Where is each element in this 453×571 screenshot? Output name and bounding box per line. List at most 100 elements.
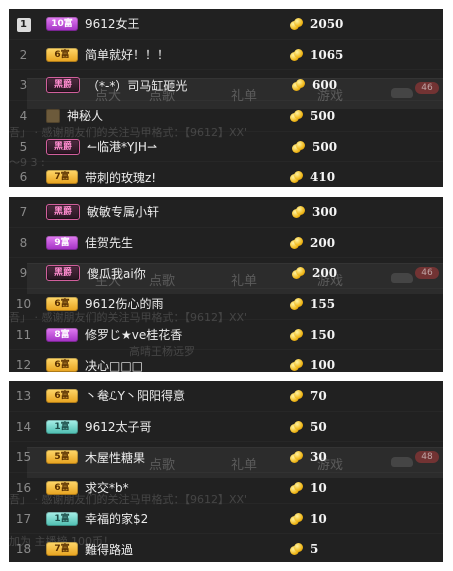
ranking-row[interactable]: 15 5富 木屋性糖果 30 (9, 442, 443, 473)
coin-amount: 5 (310, 542, 319, 557)
username[interactable]: 木屋性糖果 (85, 449, 290, 466)
username[interactable]: ↼临港*YJH⇀ (87, 138, 292, 155)
rank-number: 18 (15, 542, 32, 557)
ranking-list: 1 10富 9612女王 2050 2 6富 简单就好！！！ 1065 3 黑爵… (9, 9, 443, 187)
coin-icon (290, 481, 303, 494)
rank-number: 12 (15, 358, 32, 372)
ranking-row[interactable]: 8 9富 佳贺先生 200 (9, 228, 443, 259)
ranking-list: 13 6富 丶奙ℒY丶阳阳得意 70 14 1富 9612太子哥 50 15 5… (9, 381, 443, 562)
rank-number: 11 (15, 327, 32, 342)
coin-icon (290, 48, 303, 61)
coin-amount: 2050 (310, 16, 344, 31)
username[interactable]: 带刺的玫瑰z! (85, 169, 290, 186)
rank-number: 4 (19, 108, 28, 123)
rank-number: 3 (19, 78, 28, 93)
wealth-badge: 6富 (46, 388, 78, 403)
username[interactable]: 简单就好！！！ (85, 46, 290, 63)
black-noble-badge: 黑爵 (46, 138, 80, 155)
coin-amount: 150 (310, 327, 336, 342)
username[interactable]: （*-*）司马缸砸光 (87, 77, 292, 94)
coin-icon (292, 205, 305, 218)
username[interactable]: 9612女王 (85, 15, 290, 32)
ranking-row[interactable]: 10 6富 9612伤心的雨 155 (9, 289, 443, 320)
rank-number: 9 (19, 266, 28, 281)
coin-icon (292, 267, 305, 280)
coin-amount: 10 (310, 480, 327, 495)
coin-amount: 100 (310, 358, 336, 372)
coin-amount: 500 (310, 108, 336, 123)
ranking-row[interactable]: 14 1富 9612太子哥 50 (9, 412, 443, 443)
coin-icon (290, 297, 303, 310)
rank-number: 1 (9, 16, 38, 32)
username[interactable]: 求交*b* (85, 479, 290, 496)
wealth-badge: 1富 (46, 511, 78, 526)
mystery-avatar-icon (46, 108, 60, 123)
wealth-badge: 6富 (46, 47, 78, 62)
coin-icon (290, 512, 303, 525)
coin-amount: 200 (310, 235, 336, 250)
username[interactable]: 丶奙ℒY丶阳阳得意 (85, 387, 290, 404)
coin-amount: 300 (312, 204, 338, 219)
rank-number: 8 (19, 235, 28, 250)
ranking-row[interactable]: 2 6富 简单就好！！！ 1065 (9, 40, 443, 71)
username[interactable]: 9612太子哥 (85, 418, 290, 435)
coin-icon (292, 140, 305, 153)
ranking-row[interactable]: 9 黑爵 傻瓜我ai你 200 (9, 258, 443, 289)
username[interactable]: 佳贺先生 (85, 234, 290, 251)
rank-number: 13 (15, 388, 32, 403)
wealth-badge: 9富 (46, 235, 78, 250)
coin-icon (290, 17, 303, 30)
coin-amount: 10 (310, 511, 327, 526)
black-noble-badge: 黑爵 (46, 203, 80, 220)
wealth-badge: 5富 (46, 450, 78, 465)
username[interactable]: 决心□□□ (85, 357, 290, 372)
username[interactable]: 神秘人 (67, 107, 290, 124)
ranking-row[interactable]: 1 10富 9612女王 2050 (9, 9, 443, 40)
coin-amount: 30 (310, 450, 327, 465)
rank-number: 5 (19, 139, 28, 154)
ranking-row[interactable]: 3 黑爵 （*-*）司马缸砸光 600 (9, 70, 443, 101)
coin-amount: 200 (312, 266, 338, 281)
coin-amount: 600 (312, 78, 338, 93)
coin-amount: 1065 (310, 47, 344, 62)
coin-icon (290, 359, 303, 372)
rank-number: 16 (15, 480, 32, 495)
username[interactable]: 9612伤心的雨 (85, 295, 290, 312)
coin-icon (290, 328, 303, 341)
coin-amount: 500 (312, 139, 338, 154)
wealth-badge: 10富 (46, 16, 78, 31)
ranking-row[interactable]: 18 7富 難得路過 5 (9, 534, 443, 562)
wealth-badge: 8富 (46, 327, 78, 342)
ranking-row[interactable]: 4 神秘人 500 (9, 101, 443, 132)
wealth-badge: 1富 (46, 419, 78, 434)
coin-icon (290, 389, 303, 402)
ranking-row[interactable]: 11 8富 修罗じ★ve桂花香 150 (9, 320, 443, 351)
ranking-row[interactable]: 16 6富 求交*b* 10 (9, 473, 443, 504)
ranking-row[interactable]: 12 6富 决心□□□ 100 (9, 350, 443, 372)
wealth-badge: 6富 (46, 296, 78, 311)
ranking-row[interactable]: 17 1富 幸福的家$2 10 (9, 504, 443, 535)
ranking-row[interactable]: 7 黑爵 敏敏专属小轩 300 (9, 197, 443, 228)
wealth-badge: 7富 (46, 170, 78, 185)
ranking-row[interactable]: 6 7富 带刺的玫瑰z! 410 (9, 162, 443, 187)
username[interactable]: 修罗じ★ve桂花香 (85, 326, 290, 343)
ranking-panel-3: 点歌 礼单 游戏 48 吾」 · 感谢朋友们的关注马甲格式：【9612】XX' … (9, 381, 443, 562)
coin-icon (290, 451, 303, 464)
coin-amount: 410 (310, 170, 336, 185)
rank-number: 15 (15, 450, 32, 465)
coin-amount: 155 (310, 296, 336, 311)
ranking-row[interactable]: 5 黑爵 ↼临港*YJH⇀ 500 (9, 132, 443, 163)
ranking-panel-2: 主大 点歌 礼单 游戏 46 吾」 · 感谢朋友们的关注马甲格式：【9612】X… (9, 197, 443, 372)
rank-number: 7 (19, 204, 28, 219)
coin-amount: 50 (310, 419, 327, 434)
username[interactable]: 敏敏专属小轩 (87, 203, 292, 220)
coin-icon (290, 236, 303, 249)
black-noble-badge: 黑爵 (46, 77, 80, 94)
username[interactable]: 難得路過 (85, 541, 290, 558)
username[interactable]: 傻瓜我ai你 (87, 265, 292, 282)
rank-number: 14 (15, 419, 32, 434)
ranking-row[interactable]: 13 6富 丶奙ℒY丶阳阳得意 70 (9, 381, 443, 412)
username[interactable]: 幸福的家$2 (85, 510, 290, 527)
black-noble-badge: 黑爵 (46, 265, 80, 282)
rank-number: 10 (15, 296, 32, 311)
